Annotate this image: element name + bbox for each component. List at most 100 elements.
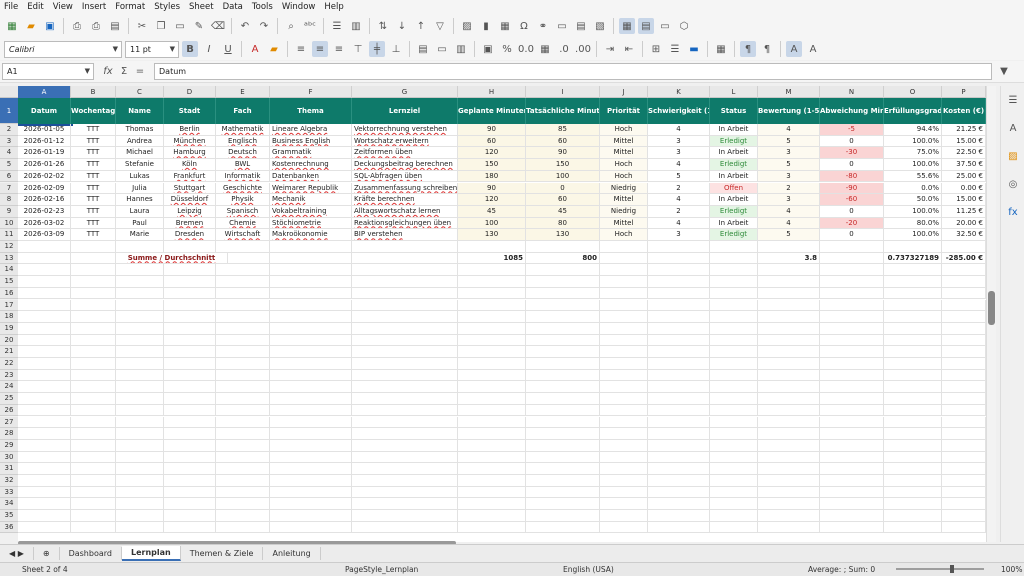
empty-cell[interactable] <box>216 439 270 452</box>
empty-cell[interactable] <box>216 334 270 347</box>
empty-cell[interactable] <box>458 463 526 475</box>
empty-cell[interactable] <box>18 276 71 288</box>
table-cell[interactable]: 4 <box>648 194 710 206</box>
functions-icon[interactable]: fx <box>1005 204 1021 220</box>
empty-cell[interactable] <box>18 451 71 464</box>
empty-cell[interactable] <box>116 322 164 335</box>
empty-cell[interactable] <box>18 510 71 522</box>
spreadsheet-grid[interactable]: Datum Wochentag Name Stadt Fach Thema Lernziel… <box>18 98 986 542</box>
empty-cell[interactable] <box>884 322 942 335</box>
table-cell[interactable]: 60 <box>526 194 600 206</box>
empty-cell[interactable] <box>710 322 758 335</box>
empty-cell[interactable] <box>164 358 216 370</box>
empty-cell[interactable] <box>710 358 758 370</box>
column-header-n[interactable]: N <box>820 86 884 98</box>
table-cell[interactable]: 3 <box>758 170 820 183</box>
empty-cell[interactable] <box>270 486 352 499</box>
zoom-level[interactable]: 100% <box>1001 565 1022 574</box>
insert-image-icon[interactable]: ▨ <box>459 18 475 34</box>
empty-cell[interactable] <box>942 311 986 323</box>
empty-cell[interactable] <box>352 475 458 487</box>
table-cell[interactable]: TTT <box>71 182 116 195</box>
sum-icon[interactable]: Σ <box>116 64 132 80</box>
clone-formatting-icon[interactable]: ✎ <box>191 18 207 34</box>
row-header[interactable]: 33 <box>0 486 18 499</box>
empty-cell[interactable] <box>116 463 164 475</box>
empty-cell[interactable] <box>884 439 942 452</box>
empty-cell[interactable] <box>820 334 884 347</box>
table-cell[interactable]: 0 <box>820 135 884 148</box>
empty-cell[interactable] <box>648 241 710 253</box>
table-cell[interactable]: 15.00 € <box>942 135 986 148</box>
table-cell[interactable]: Business English <box>270 135 352 148</box>
empty-cell[interactable] <box>18 463 71 475</box>
table-cell[interactable]: 37.50 € <box>942 159 986 171</box>
empty-cell[interactable] <box>71 381 116 394</box>
sort-descending-icon[interactable]: ↑ <box>413 18 429 34</box>
empty-cell[interactable] <box>18 264 71 277</box>
table-cell[interactable]: Deutsch <box>216 147 270 160</box>
empty-cell[interactable] <box>884 463 942 475</box>
table-cell[interactable]: 2 <box>648 182 710 195</box>
table-cell[interactable]: 45 <box>458 205 526 218</box>
insert-chart-icon[interactable]: ▮ <box>478 18 494 34</box>
table-cell[interactable]: 11.25 € <box>942 205 986 218</box>
empty-cell[interactable] <box>942 334 986 347</box>
empty-cell[interactable] <box>526 439 600 452</box>
empty-cell[interactable] <box>600 358 648 370</box>
empty-cell[interactable] <box>71 322 116 335</box>
empty-cell[interactable] <box>710 346 758 358</box>
menu-format[interactable]: Format <box>115 2 145 12</box>
header-cell[interactable]: Name <box>116 98 164 124</box>
merge-center-icon[interactable]: ▭ <box>434 41 450 57</box>
empty-cell[interactable] <box>710 428 758 440</box>
row-header[interactable]: 13 <box>0 252 18 265</box>
table-cell[interactable]: 90 <box>458 182 526 195</box>
table-cell[interactable]: 120 <box>458 194 526 206</box>
empty-cell[interactable] <box>216 276 270 288</box>
empty-cell[interactable] <box>648 346 710 358</box>
header-cell[interactable]: Abweichung Minuten <box>820 98 884 124</box>
row-header[interactable]: 28 <box>0 428 18 440</box>
empty-cell[interactable] <box>600 299 648 312</box>
table-cell[interactable]: 100.0% <box>884 205 942 218</box>
empty-cell[interactable] <box>164 264 216 277</box>
row-header[interactable]: 19 <box>0 322 18 335</box>
table-cell[interactable]: 2026-01-12 <box>18 135 71 148</box>
empty-cell[interactable] <box>758 521 820 534</box>
empty-cell[interactable] <box>216 463 270 475</box>
table-cell[interactable]: Köln <box>164 159 216 171</box>
empty-cell[interactable] <box>216 264 270 277</box>
empty-cell[interactable] <box>600 393 648 405</box>
export-pdf-icon[interactable]: ⎙ <box>69 18 85 34</box>
table-cell[interactable]: TTT <box>71 229 116 241</box>
print-icon[interactable]: ⎙ <box>88 18 104 34</box>
empty-cell[interactable] <box>71 463 116 475</box>
empty-cell[interactable] <box>884 346 942 358</box>
empty-cell[interactable] <box>164 521 216 534</box>
empty-cell[interactable] <box>758 276 820 288</box>
empty-cell[interactable] <box>216 287 270 300</box>
table-cell[interactable]: 25.00 € <box>942 170 986 183</box>
font-color-icon[interactable]: A <box>247 41 263 57</box>
table-cell[interactable]: Zusammenfassung schreiben <box>352 182 458 195</box>
header-cell[interactable]: Fach <box>216 98 270 124</box>
empty-cell[interactable] <box>526 264 600 277</box>
highlight-icon[interactable]: ▰ <box>266 41 282 57</box>
empty-cell[interactable] <box>458 276 526 288</box>
tab-anleitung[interactable]: Anleitung <box>263 547 321 560</box>
empty-cell[interactable] <box>164 287 216 300</box>
table-cell[interactable]: 2026-03-02 <box>18 217 71 230</box>
copy-icon[interactable]: ❐ <box>153 18 169 34</box>
empty-cell[interactable] <box>884 381 942 394</box>
empty-cell[interactable] <box>884 369 942 382</box>
header-cell[interactable]: Kosten (€) <box>942 98 986 124</box>
empty-cell[interactable] <box>710 264 758 277</box>
empty-cell[interactable] <box>270 510 352 522</box>
summary-label[interactable]: Summe / Durchschnitt <box>116 252 228 265</box>
table-cell[interactable]: Kostenrechnung <box>270 159 352 171</box>
empty-cell[interactable] <box>942 346 986 358</box>
table-cell[interactable]: Makroökonomie <box>270 229 352 241</box>
empty-cell[interactable] <box>164 475 216 487</box>
table-cell[interactable]: Vokabeltraining <box>270 205 352 218</box>
